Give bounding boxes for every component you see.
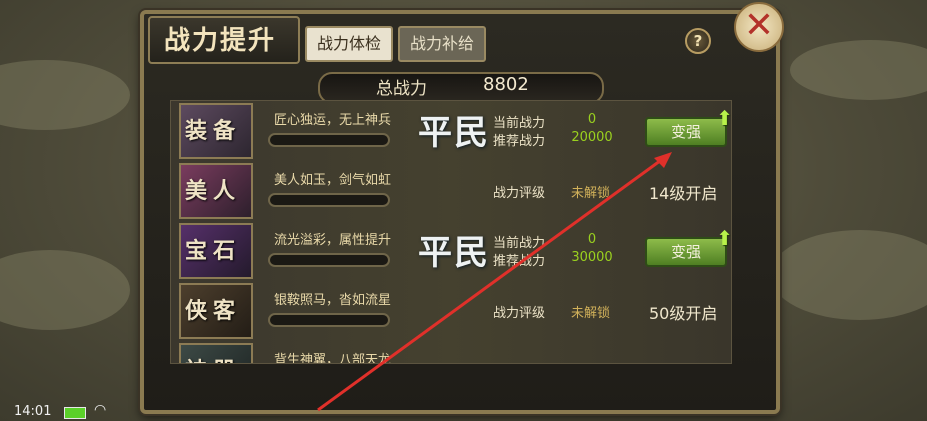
total-power-label: 总战力 bbox=[376, 79, 427, 99]
recommend-power-label: 推荐战力 bbox=[493, 254, 546, 269]
battery-icon bbox=[64, 407, 86, 419]
thumbnail-label: 装备 bbox=[185, 118, 242, 144]
progress-bar bbox=[268, 313, 390, 327]
row-motto: 银鞍照马，沓如流星 bbox=[274, 293, 392, 308]
tab-power-checkup[interactable]: 战力体检 bbox=[305, 26, 394, 62]
list-item-artifact: 神器 背生神翼，八部天龙 bbox=[171, 341, 731, 364]
list-item-beauty: 美人 美人如玉，剑气如虹 战力评级 未解锁 14级开启 bbox=[171, 161, 731, 222]
help-icon[interactable]: ? bbox=[685, 28, 711, 54]
power-rating-label: 战力评级 bbox=[493, 306, 546, 321]
list-item-heroes: 侠客 银鞍照马，沓如流星 战力评级 未解锁 50级开启 bbox=[171, 281, 731, 342]
rank-label: 平民 bbox=[418, 233, 490, 273]
thumbnail-label: 侠客 bbox=[185, 298, 242, 324]
wifi-icon: ◠ bbox=[94, 402, 107, 418]
thumbnail-label: 神器 bbox=[185, 353, 241, 363]
up-arrow-icon: ⬆ bbox=[716, 106, 732, 130]
recommend-power-label: 推荐战力 bbox=[493, 134, 546, 149]
rank-label: 平民 bbox=[418, 113, 490, 153]
power-rating-label: 战力评级 bbox=[493, 186, 546, 201]
current-power-value: 0 bbox=[587, 232, 597, 247]
background-cloud bbox=[770, 230, 927, 320]
strengthen-button-label: 变强 bbox=[670, 123, 701, 141]
progress-bar bbox=[268, 133, 390, 147]
current-power-value: 0 bbox=[587, 112, 597, 127]
recommend-power-value: 20000 bbox=[571, 130, 613, 145]
strengthen-button[interactable]: 变强 ⬆ bbox=[645, 106, 731, 147]
recommend-power-value: 30000 bbox=[571, 250, 613, 265]
total-power-value: 8802 bbox=[483, 74, 529, 95]
row-motto: 匠心独运，无上神兵 bbox=[274, 113, 392, 128]
status-time: 14:01 bbox=[14, 404, 52, 419]
list-item-gems: 宝石 流光溢彩，属性提升 平民 当前战力 0 推荐战力 30000 变强 ⬆ bbox=[171, 221, 731, 282]
row-motto: 背生神翼，八部天龙 bbox=[274, 353, 392, 364]
power-list[interactable]: 装备 匠心独运，无上神兵 平民 当前战力 0 推荐战力 20000 变强 ⬆ 美… bbox=[170, 100, 732, 364]
thumbnail-label: 宝石 bbox=[185, 238, 242, 264]
tab-power-supply[interactable]: 战力补给 bbox=[398, 26, 487, 62]
background-cloud bbox=[0, 250, 130, 330]
current-power-label: 当前战力 bbox=[493, 116, 546, 131]
gems-thumbnail[interactable]: 宝石 bbox=[179, 223, 253, 279]
thumbnail-label: 美人 bbox=[185, 178, 242, 204]
close-icon[interactable]: ✕ bbox=[734, 2, 784, 52]
background-cloud bbox=[0, 60, 130, 130]
up-arrow-icon: ⬆ bbox=[716, 226, 732, 250]
progress-bar bbox=[268, 193, 390, 207]
list-item-equipment: 装备 匠心独运，无上神兵 平民 当前战力 0 推荐战力 20000 变强 ⬆ bbox=[171, 101, 731, 162]
row-motto: 美人如玉，剑气如虹 bbox=[274, 173, 392, 188]
page-title: 战力提升 bbox=[164, 26, 277, 56]
background-cloud bbox=[790, 40, 927, 100]
row-motto: 流光溢彩，属性提升 bbox=[274, 233, 392, 248]
unlock-level-text: 14级开启 bbox=[649, 184, 718, 203]
beauty-thumbnail[interactable]: 美人 bbox=[179, 163, 253, 219]
equipment-thumbnail[interactable]: 装备 bbox=[179, 103, 253, 159]
strengthen-button-label: 变强 bbox=[670, 243, 701, 261]
rating-locked-text: 未解锁 bbox=[571, 186, 611, 201]
rating-locked-text: 未解锁 bbox=[571, 306, 611, 321]
current-power-label: 当前战力 bbox=[493, 236, 546, 251]
artifact-thumbnail[interactable]: 神器 bbox=[179, 343, 253, 363]
unlock-level-text: 50级开启 bbox=[649, 304, 718, 323]
progress-bar bbox=[268, 253, 390, 267]
strengthen-button[interactable]: 变强 ⬆ bbox=[645, 226, 731, 267]
heroes-thumbnail[interactable]: 侠客 bbox=[179, 283, 253, 339]
